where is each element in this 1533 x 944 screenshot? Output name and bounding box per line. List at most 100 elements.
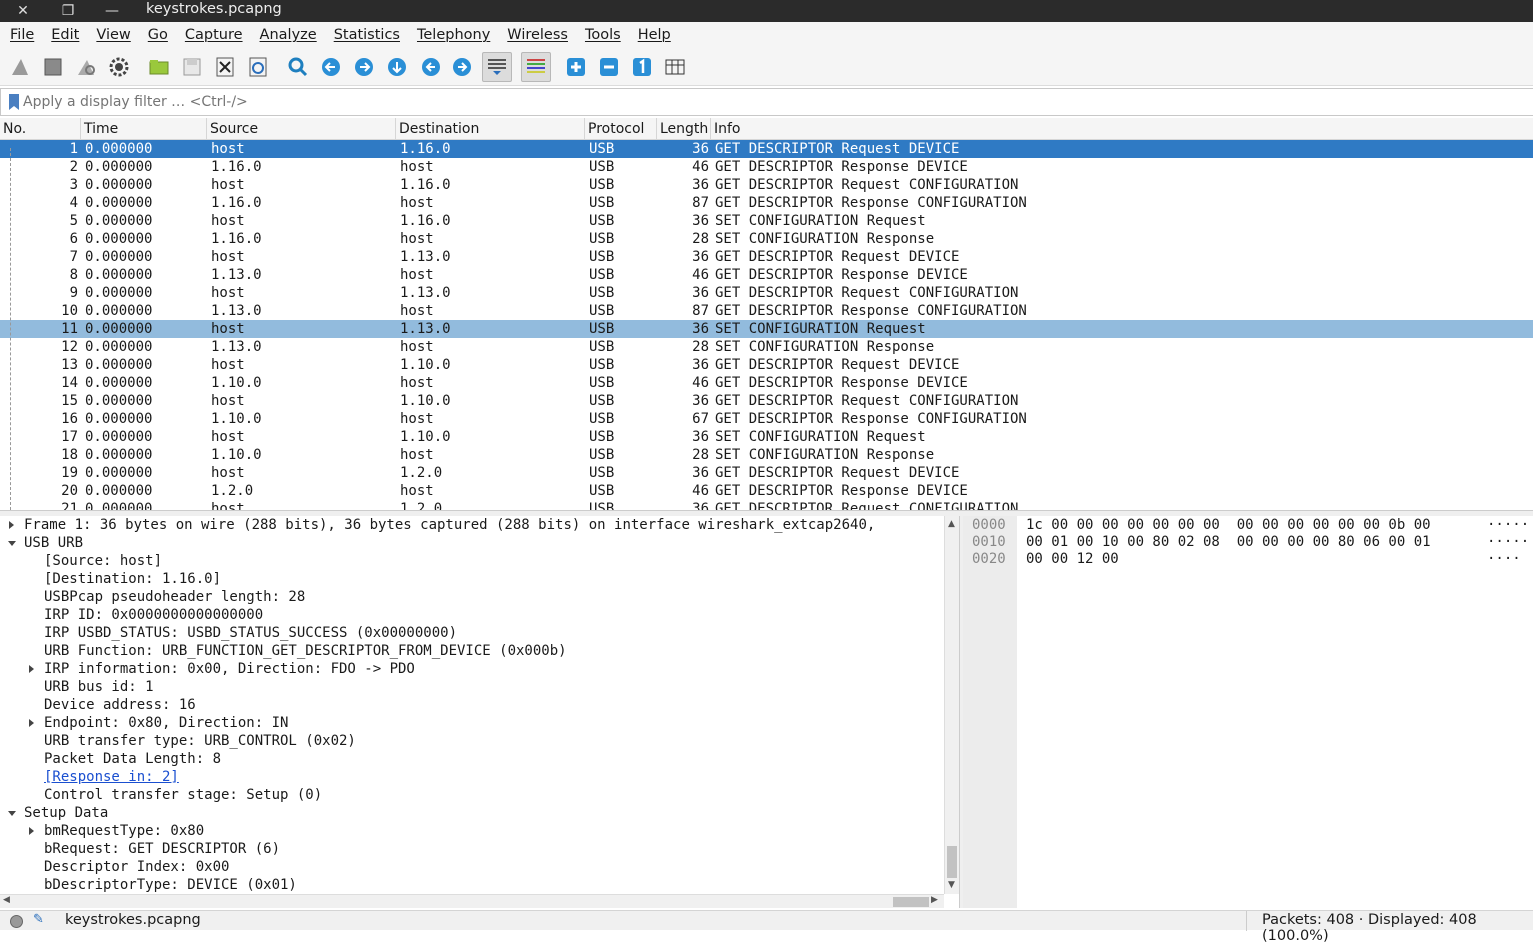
menu-analyze[interactable]: Analyze (250, 27, 324, 43)
shark-fin-start-icon[interactable] (7, 54, 33, 80)
expand-arrow-icon[interactable] (29, 665, 34, 673)
menu-file[interactable]: File (0, 27, 41, 43)
expand-arrow-icon[interactable] (29, 827, 34, 835)
details-hscroll-thumb[interactable] (893, 897, 929, 907)
detail-item[interactable]: USBPcap pseudoheader length: 28 (44, 588, 305, 606)
maximize-window-icon[interactable]: ❐ (53, 0, 83, 22)
table-row[interactable]: 18 0.000000 1.10.0 host USB 28 SET CONFIGURATI… (0, 446, 1533, 464)
menu-statistics[interactable]: Statistics (324, 27, 407, 43)
menu-go[interactable]: Go (138, 27, 175, 43)
capture-options-gear-icon[interactable] (106, 54, 132, 80)
go-forward-icon[interactable] (351, 54, 377, 80)
column-source[interactable]: Source (207, 118, 396, 140)
detail-item[interactable]: URB bus id: 1 (44, 678, 154, 696)
table-row[interactable]: 5 0.000000 host 1.16.0 USB 36 SET CONFIGURATIO… (0, 212, 1533, 230)
detail-item[interactable]: Device address: 16 (44, 696, 196, 714)
resize-columns-icon[interactable] (662, 54, 688, 80)
expert-info-icon[interactable] (10, 915, 23, 928)
minimize-window-icon[interactable]: — (97, 0, 127, 22)
bookmark-icon[interactable] (9, 94, 19, 110)
zoom-in-icon[interactable] (563, 54, 589, 80)
detail-item[interactable]: USB URB (24, 534, 83, 552)
detail-item[interactable]: Control transfer stage: Setup (0) (44, 786, 322, 804)
table-row[interactable]: 9 0.000000 host 1.13.0 USB 36 GET DESCRIPTOR R… (0, 284, 1533, 302)
menu-view[interactable]: View (86, 27, 137, 43)
detail-item[interactable]: Descriptor Index: 0x00 (44, 858, 229, 876)
detail-item[interactable]: Endpoint: 0x80, Direction: IN (44, 714, 288, 732)
table-row[interactable]: 11 0.000000 host 1.13.0 USB 36 SET CONFIGURATI… (0, 320, 1533, 338)
scroll-left-icon[interactable]: ◀ (3, 895, 10, 905)
reload-file-icon[interactable] (245, 54, 271, 80)
details-vertical-scrollbar[interactable]: ▲ ▼ (944, 516, 959, 894)
bytes-hex[interactable]: 00 00 12 00 (1026, 550, 1119, 568)
table-row[interactable]: 21 0.000000 host 1.2.0 USB 36 GET DESCRIPTOR R… (0, 500, 1533, 510)
column-time[interactable]: Time (81, 118, 207, 140)
table-row[interactable]: 14 0.000000 1.10.0 host USB 46 GET DESCRIPTOR … (0, 374, 1533, 392)
details-horizontal-scrollbar[interactable]: ◀ ▶ (0, 894, 944, 908)
restart-capture-icon[interactable] (73, 54, 99, 80)
detail-item[interactable]: URB Function: URB_FUNCTION_GET_DESCRIPTO… (44, 642, 567, 660)
table-row[interactable]: 3 0.000000 host 1.16.0 USB 36 GET DESCRIPTOR R… (0, 176, 1533, 194)
detail-item[interactable]: Frame 1: 36 bytes on wire (288 bits), 36… (24, 516, 875, 534)
detail-item[interactable]: IRP USBD_STATUS: USBD_STATUS_SUCCESS (0x… (44, 624, 457, 642)
collapse-arrow-icon[interactable] (8, 811, 16, 816)
table-row[interactable]: 16 0.000000 1.10.0 host USB 67 GET DESCRIPTOR … (0, 410, 1533, 428)
detail-item[interactable]: bRequest: GET DESCRIPTOR (6) (44, 840, 280, 858)
go-back-icon[interactable] (318, 54, 344, 80)
column-length[interactable]: Length (657, 118, 711, 140)
autoscroll-icon[interactable] (482, 52, 512, 82)
column-info[interactable]: Info (711, 118, 1533, 140)
bytes-ascii[interactable]: ····· (1487, 516, 1529, 534)
detail-item[interactable]: URB transfer type: URB_CONTROL (0x02) (44, 732, 356, 750)
close-window-icon[interactable]: ✕ (8, 0, 38, 22)
menu-tools[interactable]: Tools (575, 27, 628, 43)
detail-item[interactable]: [Source: host] (44, 552, 162, 570)
bytes-ascii[interactable]: ····· (1487, 533, 1529, 551)
table-row[interactable]: 13 0.000000 host 1.10.0 USB 36 GET DESCRIPTOR … (0, 356, 1533, 374)
table-row[interactable]: 6 0.000000 1.16.0 host USB 28 SET CONFIGURATIO… (0, 230, 1533, 248)
menu-edit[interactable]: Edit (41, 27, 86, 43)
close-file-icon[interactable] (212, 54, 238, 80)
stop-square-icon[interactable] (40, 54, 66, 80)
menu-help[interactable]: Help (628, 27, 678, 43)
detail-item[interactable]: bDescriptorType: DEVICE (0x01) (44, 876, 297, 894)
bytes-ascii[interactable]: ···· (1487, 550, 1521, 568)
first-packet-icon[interactable] (418, 54, 444, 80)
scroll-up-icon[interactable]: ▲ (948, 519, 955, 529)
table-row[interactable]: 12 0.000000 1.13.0 host USB 28 SET CONFIGURATI… (0, 338, 1533, 356)
bytes-hex[interactable]: 1c 00 00 00 00 00 00 00 00 00 00 00 00 0… (1026, 516, 1431, 534)
bytes-hex[interactable]: 00 01 00 10 00 80 02 08 00 00 00 00 80 0… (1026, 533, 1431, 551)
detail-item[interactable]: [Destination: 1.16.0] (44, 570, 221, 588)
detail-item[interactable]: Setup Data (24, 804, 108, 822)
capture-comment-icon[interactable]: ✎ (33, 912, 44, 927)
details-vscroll-thumb[interactable] (947, 846, 957, 878)
collapse-arrow-icon[interactable] (8, 541, 16, 546)
table-row[interactable]: 17 0.000000 host 1.10.0 USB 36 SET CONFIGURATI… (0, 428, 1533, 446)
column-destination[interactable]: Destination (396, 118, 585, 140)
table-row[interactable]: 8 0.000000 1.13.0 host USB 46 GET DESCRIPTOR R… (0, 266, 1533, 284)
last-packet-icon[interactable] (449, 54, 475, 80)
detail-item[interactable]: IRP information: 0x00, Direction: FDO ->… (44, 660, 415, 678)
table-row[interactable]: 4 0.000000 1.16.0 host USB 87 GET DESCRIPTOR R… (0, 194, 1533, 212)
colorize-icon[interactable] (521, 52, 551, 82)
display-filter-input[interactable] (23, 91, 1523, 113)
normal-size-icon[interactable] (629, 54, 655, 80)
table-row[interactable]: 20 0.000000 1.2.0 host USB 46 GET DESCRIPTOR R… (0, 482, 1533, 500)
go-to-packet-icon[interactable] (384, 54, 410, 80)
scroll-down-icon[interactable]: ▼ (948, 880, 955, 890)
table-row[interactable]: 1 0.000000 host 1.16.0 USB 36 GET DESCRIPTOR R… (0, 140, 1533, 158)
detail-item[interactable]: IRP ID: 0x0000000000000000 (44, 606, 263, 624)
table-row[interactable]: 19 0.000000 host 1.2.0 USB 36 GET DESCRIPTOR R… (0, 464, 1533, 482)
find-packet-icon[interactable] (285, 54, 311, 80)
table-row[interactable]: 15 0.000000 host 1.10.0 USB 36 GET DESCRIPTOR … (0, 392, 1533, 410)
menu-wireless[interactable]: Wireless (497, 27, 575, 43)
detail-item[interactable]: bmRequestType: 0x80 (44, 822, 204, 840)
table-row[interactable]: 7 0.000000 host 1.13.0 USB 36 GET DESCRIPTOR R… (0, 248, 1533, 266)
column-protocol[interactable]: Protocol (585, 118, 657, 140)
table-row[interactable]: 2 0.000000 1.16.0 host USB 46 GET DESCRIPTOR R… (0, 158, 1533, 176)
expand-arrow-icon[interactable] (29, 719, 34, 727)
zoom-out-icon[interactable] (596, 54, 622, 80)
menu-telephony[interactable]: Telephony (407, 27, 497, 43)
column-no[interactable]: No. (0, 118, 81, 140)
table-row[interactable]: 10 0.000000 1.13.0 host USB 87 GET DESCRIPTOR … (0, 302, 1533, 320)
